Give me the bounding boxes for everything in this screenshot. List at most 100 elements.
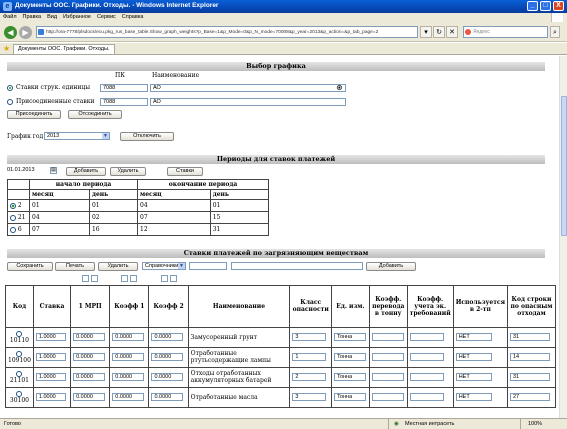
pk-field[interactable]: 7088 bbox=[100, 98, 148, 106]
name-field[interactable]: АО bbox=[150, 98, 346, 106]
rates-save-button[interactable]: Сохранить bbox=[7, 262, 53, 271]
menu-help[interactable]: Справка bbox=[119, 13, 147, 20]
k2-field[interactable]: 0.0000 bbox=[151, 393, 184, 401]
mrp-field[interactable]: 0.0000 bbox=[73, 393, 106, 401]
class-field[interactable]: 2 bbox=[292, 373, 327, 381]
lookup-icon[interactable]: ⊛ bbox=[336, 83, 343, 92]
class-field[interactable]: 3 bbox=[292, 333, 327, 341]
rates-name-input[interactable] bbox=[231, 262, 363, 270]
rate-field[interactable]: 1.0000 bbox=[35, 373, 66, 381]
period-row[interactable]: 6 07 16 12 31 bbox=[7, 223, 270, 236]
period-rates-button[interactable]: Ставки bbox=[167, 167, 203, 176]
rate-row[interactable]: 21101 1.0000 0.0000 0.0000 0.0000 Отходы… bbox=[5, 366, 556, 388]
k1-field[interactable]: 0.0000 bbox=[112, 333, 145, 341]
calendar-icon[interactable]: ▤ bbox=[50, 167, 57, 174]
k1-field[interactable]: 0.0000 bbox=[112, 353, 145, 361]
line-field[interactable]: 31 bbox=[510, 373, 550, 381]
rate-row[interactable]: 10110 1.0000 0.0000 0.0000 0.0000 Замусо… bbox=[5, 326, 556, 348]
line-field[interactable]: 27 bbox=[510, 393, 550, 401]
refresh-icon[interactable]: ↻ bbox=[433, 26, 445, 38]
period-radio[interactable] bbox=[10, 214, 16, 221]
minimize-button[interactable]: _ bbox=[527, 1, 538, 11]
menu-view[interactable]: Вид bbox=[44, 13, 60, 20]
menu-file[interactable]: Файл bbox=[0, 13, 20, 20]
used-field[interactable]: НЕТ bbox=[455, 353, 492, 361]
back-arrow-icon[interactable]: ◀ bbox=[4, 26, 17, 39]
close-button[interactable]: X bbox=[553, 1, 564, 11]
rate-radio[interactable] bbox=[16, 370, 23, 377]
mrp-field[interactable]: 0.0000 bbox=[73, 373, 106, 381]
eco-field[interactable] bbox=[409, 353, 444, 361]
sort-icon[interactable] bbox=[160, 275, 168, 283]
period-radio[interactable] bbox=[10, 202, 16, 209]
unit-field[interactable]: Тонна bbox=[334, 373, 367, 381]
refresh-button[interactable]: Отключить bbox=[120, 132, 174, 141]
radio-struct-rates[interactable] bbox=[7, 85, 13, 91]
k2-field[interactable]: 0.0000 bbox=[151, 373, 184, 381]
vertical-scrollbar[interactable] bbox=[559, 56, 567, 418]
period-radio[interactable] bbox=[10, 226, 16, 233]
rates-add-button[interactable]: Добавить bbox=[366, 262, 416, 271]
rate-field[interactable]: 1.0000 bbox=[35, 393, 66, 401]
period-delete-button[interactable]: Удалить bbox=[110, 167, 146, 176]
sort-icon[interactable] bbox=[91, 275, 99, 283]
unit-field[interactable]: Тонна bbox=[334, 393, 367, 401]
period-row[interactable]: 2 01 01 04 01 bbox=[7, 199, 270, 212]
sort-icon[interactable] bbox=[130, 275, 138, 283]
year-select[interactable]: 2013 ▼ bbox=[44, 132, 110, 140]
sort-icon[interactable] bbox=[121, 275, 129, 283]
used-field[interactable]: НЕТ bbox=[455, 373, 492, 381]
detach-button[interactable]: Отсоединить bbox=[68, 110, 122, 119]
line-field[interactable]: 14 bbox=[510, 353, 550, 361]
rate-row[interactable]: 109100 1.0000 0.0000 0.0000 0.0000 Отраб… bbox=[5, 346, 556, 368]
menu-favorites[interactable]: Избранное bbox=[60, 13, 94, 20]
mrp-field[interactable]: 0.0000 bbox=[73, 353, 106, 361]
sort-icon[interactable] bbox=[169, 275, 177, 283]
unit-field[interactable]: Тонна bbox=[334, 353, 367, 361]
k1-field[interactable]: 0.0000 bbox=[112, 373, 145, 381]
zoom-level[interactable]: 100% bbox=[528, 419, 542, 429]
conv-field[interactable] bbox=[371, 393, 404, 401]
eco-field[interactable] bbox=[409, 333, 444, 341]
eco-field[interactable] bbox=[409, 393, 444, 401]
rates-delete-button[interactable]: Удалить bbox=[98, 262, 138, 271]
class-field[interactable]: 1 bbox=[292, 353, 327, 361]
name-field[interactable]: АО bbox=[150, 84, 346, 92]
address-input[interactable]: http://ora-7778/plsdocs/ecu.pkg_rus_base… bbox=[36, 26, 418, 38]
conv-field[interactable] bbox=[371, 333, 404, 341]
scrollbar-thumb[interactable] bbox=[561, 96, 567, 236]
conv-field[interactable] bbox=[371, 353, 404, 361]
rates-print-button[interactable]: Печать bbox=[55, 262, 95, 271]
search-input[interactable]: Яндекс bbox=[463, 26, 548, 38]
period-row[interactable]: 21 04 02 07 15 bbox=[7, 211, 270, 224]
class-field[interactable]: 3 bbox=[292, 393, 327, 401]
used-field[interactable]: НЕТ bbox=[455, 393, 492, 401]
dropdown-arrow-icon[interactable]: ▾ bbox=[420, 26, 432, 38]
k2-field[interactable]: 0.0000 bbox=[151, 333, 184, 341]
period-add-button[interactable]: Добавить bbox=[66, 167, 106, 176]
maximize-button[interactable]: □ bbox=[540, 1, 551, 11]
stop-icon[interactable]: ✕ bbox=[446, 26, 458, 38]
radio-attached-rates[interactable] bbox=[7, 99, 13, 105]
rate-radio[interactable] bbox=[16, 350, 23, 357]
pk-field[interactable]: 7088 bbox=[100, 84, 148, 92]
rate-radio[interactable] bbox=[16, 330, 23, 337]
period-date-field[interactable]: 01.01.2013 bbox=[5, 167, 41, 175]
k2-field[interactable]: 0.0000 bbox=[151, 353, 184, 361]
conv-field[interactable] bbox=[371, 373, 404, 381]
rate-radio[interactable] bbox=[16, 390, 23, 397]
mrp-field[interactable]: 0.0000 bbox=[73, 333, 106, 341]
reference-select[interactable]: Справочники ▼ bbox=[142, 262, 186, 270]
rate-field[interactable]: 1.0000 bbox=[35, 353, 66, 361]
menu-edit[interactable]: Правка bbox=[20, 13, 45, 20]
rate-field[interactable]: 1.0000 bbox=[35, 333, 66, 341]
used-field[interactable]: НЕТ bbox=[455, 333, 492, 341]
menu-tools[interactable]: Сервис bbox=[94, 13, 119, 20]
line-field[interactable]: 31 bbox=[510, 333, 550, 341]
k1-field[interactable]: 0.0000 bbox=[112, 393, 145, 401]
attach-button[interactable]: Присоединить bbox=[7, 110, 61, 119]
eco-field[interactable] bbox=[409, 373, 444, 381]
search-icon[interactable]: ⌕ bbox=[550, 26, 560, 38]
favorites-star-icon[interactable]: ★ bbox=[3, 44, 10, 54]
forward-arrow-icon[interactable]: ▶ bbox=[19, 26, 32, 39]
